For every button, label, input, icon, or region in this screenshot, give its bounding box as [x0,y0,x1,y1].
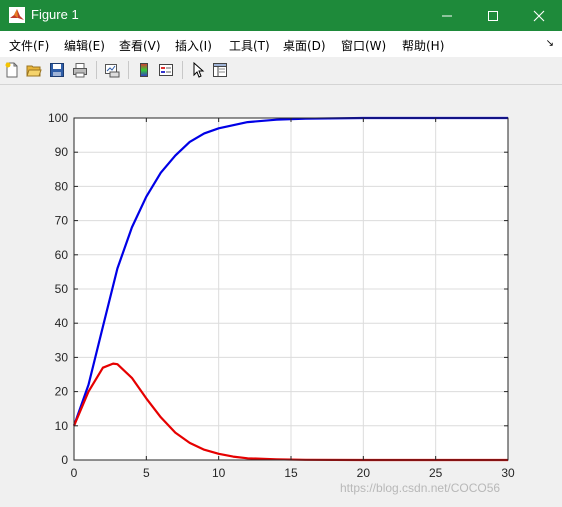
menu-bar: 文件(F) 编辑(E) 查看(V) 插入(I) 工具(T) 桌面(D) 窗口(W… [0,31,562,57]
menu-desktop[interactable]: 桌面(D) [283,37,326,54]
x-tick-label: 5 [143,466,150,480]
x-tick-label: 10 [212,466,226,480]
new-figure-icon[interactable] [2,60,22,80]
menu-window[interactable]: 窗口(W) [341,37,386,54]
menu-view[interactable]: 查看(V) [119,37,161,54]
y-tick-label: 40 [55,316,69,330]
y-tick-label: 50 [55,282,69,296]
x-tick-label: 30 [501,466,515,480]
window-title: Figure 1 [31,7,79,22]
y-tick-label: 10 [55,419,69,433]
y-tick-label: 80 [55,179,69,193]
toolbar [0,57,562,85]
maximize-button[interactable] [470,0,516,31]
menu-edit[interactable]: 编辑(E) [64,37,105,54]
maximize-icon [488,10,498,21]
minimize-button[interactable] [424,0,470,31]
menu-overflow-icon[interactable]: ↘ [546,38,554,49]
property-editor-icon[interactable] [210,60,230,80]
menu-help[interactable]: 帮助(H) [402,37,444,54]
link-plot-icon[interactable] [102,60,122,80]
toolbar-separator [96,61,97,79]
print-icon[interactable] [70,60,90,80]
y-tick-label: 0 [61,453,68,467]
menu-insert[interactable]: 插入(I) [175,37,212,54]
y-tick-label: 30 [55,350,69,364]
y-tick-label: 20 [55,385,69,399]
x-tick-label: 20 [357,466,371,480]
y-tick-label: 70 [55,214,69,228]
save-icon[interactable] [47,60,67,80]
colorbar-icon[interactable] [134,60,154,80]
y-tick-label: 60 [55,248,69,262]
minimize-icon [442,15,452,16]
toolbar-separator [182,61,183,79]
close-icon [533,10,545,21]
menu-file[interactable]: 文件(F) [9,37,49,54]
plot-area[interactable]: 0 5 10 15 20 25 30 0 10 20 30 40 50 60 70 80 90 100 [0,85,562,485]
watermark-text: https://blog.csdn.net/COCO56 [340,481,501,495]
x-tick-label: 15 [284,466,298,480]
x-tick-label: 25 [429,466,443,480]
matlab-logo-icon [9,7,25,23]
title-bar[interactable]: Figure 1 [0,0,562,31]
menu-tools[interactable]: 工具(T) [229,37,270,54]
legend-icon[interactable] [156,60,176,80]
x-tick-label: 0 [71,466,78,480]
pointer-icon[interactable] [188,60,208,80]
close-button[interactable] [516,0,562,31]
open-file-icon[interactable] [24,60,44,80]
toolbar-separator [128,61,129,79]
y-tick-label: 90 [55,145,69,159]
y-tick-label: 100 [48,111,68,125]
